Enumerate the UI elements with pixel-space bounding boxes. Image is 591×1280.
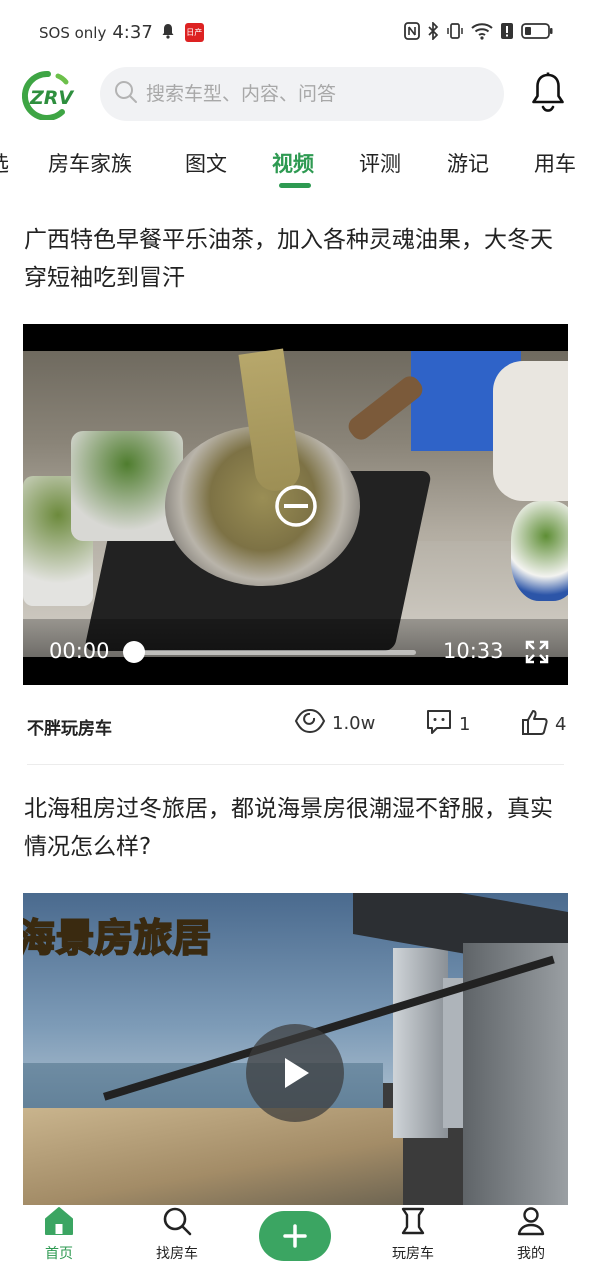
- nav-label: 我的: [517, 1246, 545, 1262]
- nav-find-rv[interactable]: 找房车: [137, 1205, 217, 1263]
- tab-rv-family[interactable]: 房车家族: [48, 148, 132, 178]
- author-name[interactable]: 不胖玩房车: [27, 714, 112, 739]
- status-bar: SOS only 4:37 日产: [0, 0, 591, 62]
- scene-beach: [23, 1108, 403, 1205]
- notifications-bell-icon[interactable]: [530, 72, 566, 118]
- alert-icon: [500, 22, 514, 44]
- status-left: SOS only 4:37 日产: [39, 22, 204, 43]
- thumbs-up-icon: [521, 708, 549, 741]
- views-count: 1.0w: [332, 713, 376, 734]
- scene-building: [393, 948, 448, 1138]
- tab-selected[interactable]: 选: [0, 148, 9, 178]
- scene-bowl: [71, 431, 183, 541]
- add-post-button[interactable]: [259, 1211, 331, 1261]
- category-tabs: 选 房车家族 图文 视频 评测 游记 用车: [0, 140, 591, 192]
- nav-label: 找房车: [156, 1246, 198, 1262]
- comments-stat[interactable]: 1: [425, 708, 470, 741]
- duration: 10:33: [443, 639, 504, 663]
- scene-person: [493, 361, 568, 501]
- nfc-icon: [404, 22, 420, 44]
- post-title[interactable]: 广西特色早餐平乐油茶，加入各种灵魂油果，大冬天穿短袖吃到冒汗: [24, 221, 569, 297]
- battery-icon: [521, 22, 553, 44]
- home-icon: [45, 1207, 73, 1235]
- tab-articles[interactable]: 图文: [185, 148, 227, 178]
- logo-text: ZRV: [29, 87, 74, 109]
- notification-bell-icon: [161, 23, 175, 43]
- tab-videos[interactable]: 视频: [272, 148, 314, 178]
- bluetooth-icon: [427, 20, 439, 44]
- progress-knob[interactable]: [123, 641, 145, 663]
- video-progress-bar[interactable]: [135, 650, 416, 655]
- tab-usage[interactable]: 用车: [534, 148, 576, 178]
- app-header: ZRV: [0, 62, 591, 130]
- plus-icon: [283, 1224, 307, 1248]
- clock-time: 4:37: [112, 22, 153, 43]
- video-player[interactable]: 00:00 10:33: [23, 324, 568, 685]
- post-meta: 不胖玩房车 1.0w 1 4: [0, 700, 591, 750]
- post-title[interactable]: 北海租房过冬旅居，都说海景房很潮湿不舒服，真实情况怎么样?: [24, 790, 569, 866]
- video-caption: 海景房旅居: [23, 915, 213, 961]
- likes-stat[interactable]: 4: [521, 708, 566, 741]
- views-stat: 1.0w: [294, 708, 375, 739]
- search-icon: [114, 80, 138, 108]
- search-input[interactable]: [146, 83, 466, 105]
- nav-play-rv[interactable]: 玩房车: [373, 1205, 453, 1263]
- scene-bowl: [511, 501, 568, 601]
- comments-count: 1: [459, 714, 471, 735]
- nav-profile[interactable]: 我的: [491, 1205, 571, 1263]
- fullscreen-icon[interactable]: [525, 640, 549, 668]
- app-page: SOS only 4:37 日产 ZRV 搜索车型、内容、问答 房车家族 图文 …: [0, 0, 591, 1280]
- status-right: [404, 20, 553, 44]
- likes-count: 4: [555, 714, 567, 735]
- video-player[interactable]: 海景房旅居: [23, 893, 568, 1205]
- eye-icon: [294, 708, 326, 739]
- comment-icon: [425, 708, 453, 741]
- pause-icon[interactable]: [274, 484, 318, 532]
- bottom-navigation: 首页 找房车 玩房车 我的: [0, 1205, 591, 1280]
- search-bar[interactable]: [100, 67, 504, 121]
- nav-label: 首页: [45, 1246, 73, 1262]
- user-icon: [517, 1207, 545, 1236]
- carrier-text: SOS only: [39, 23, 107, 42]
- nav-label: 玩房车: [392, 1246, 434, 1262]
- tab-reviews[interactable]: 评测: [359, 148, 401, 178]
- play-icon: [285, 1058, 309, 1088]
- app-badge-icon: 日产: [184, 23, 204, 42]
- app-logo[interactable]: ZRV: [21, 68, 82, 121]
- divider: [27, 764, 564, 765]
- play-button[interactable]: [246, 1024, 344, 1122]
- vibrate-icon: [446, 22, 464, 44]
- current-time: 00:00: [49, 639, 110, 663]
- wifi-icon: [471, 22, 493, 44]
- flag-icon: [401, 1207, 425, 1235]
- search-icon: [163, 1207, 192, 1236]
- active-tab-indicator: [279, 183, 311, 188]
- nav-home[interactable]: 首页: [19, 1205, 99, 1263]
- tab-travelogues[interactable]: 游记: [447, 148, 489, 178]
